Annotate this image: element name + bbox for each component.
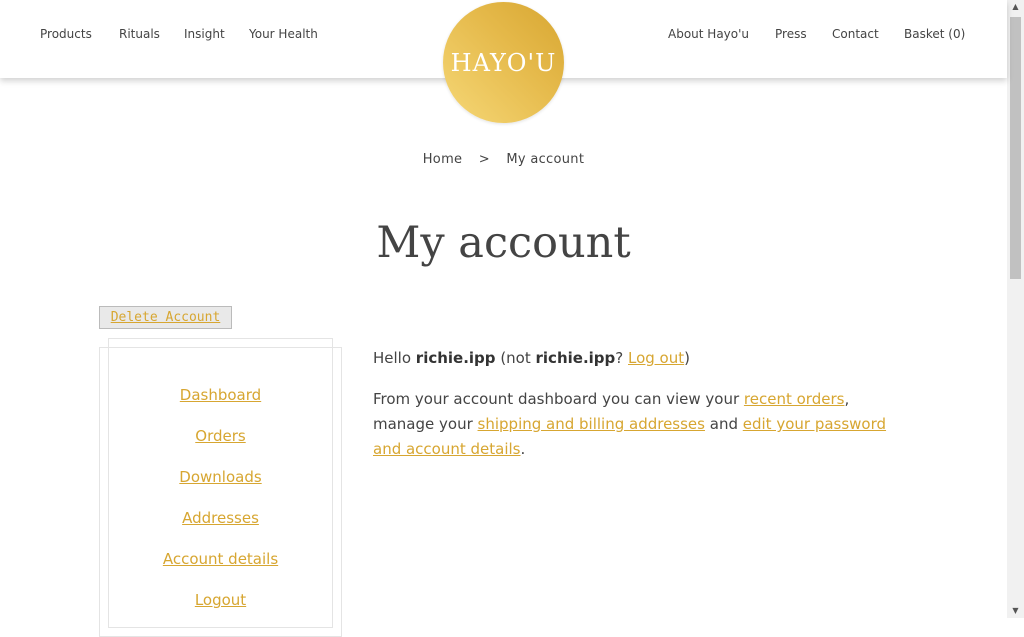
account-content: Hello richie.ipp (not richie.ipp? Log ou… — [373, 346, 913, 478]
nav-products[interactable]: Products — [40, 27, 92, 41]
nav-insight[interactable]: Insight — [184, 27, 225, 41]
sidebar-item-dashboard[interactable]: Dashboard — [99, 386, 342, 427]
intro-text: From your account dashboard you can view… — [373, 390, 744, 408]
sidebar-item-downloads[interactable]: Downloads — [99, 468, 342, 509]
recent-orders-link[interactable]: recent orders — [744, 390, 845, 408]
delete-account-button[interactable]: Delete Account — [99, 306, 232, 329]
page-title: My account — [376, 218, 631, 268]
sidebar-item-account-details[interactable]: Account details — [99, 550, 342, 591]
sidebar-item-addresses[interactable]: Addresses — [99, 509, 342, 550]
breadcrumb: Home > My account — [0, 152, 1007, 167]
account-navigation: Dashboard Orders Downloads Addresses Acc… — [99, 386, 342, 632]
nav-rituals[interactable]: Rituals — [119, 27, 160, 41]
greeting-close: ) — [684, 349, 690, 367]
nav-basket[interactable]: Basket (0) — [904, 27, 965, 41]
sidebar-item-orders[interactable]: Orders — [99, 427, 342, 468]
page-scrollbar[interactable]: ▲ ▼ — [1007, 0, 1024, 618]
nav-your-health[interactable]: Your Health — [249, 27, 318, 41]
nav-contact[interactable]: Contact — [832, 27, 879, 41]
breadcrumb-current: My account — [506, 152, 585, 167]
nav-about[interactable]: About Hayo'u — [668, 27, 749, 41]
sidebar-item-logout[interactable]: Logout — [99, 591, 342, 632]
intro-period: . — [520, 440, 526, 458]
logo-text: HAYO'U — [450, 48, 557, 77]
scroll-down-arrow-icon[interactable]: ▼ — [1007, 604, 1024, 618]
greeting-hello: Hello — [373, 349, 416, 367]
breadcrumb-home[interactable]: Home — [423, 152, 463, 167]
greeting-question: ? — [615, 349, 628, 367]
greeting-not: (not — [495, 349, 536, 367]
intro-and: and — [704, 415, 743, 433]
scroll-thumb[interactable] — [1010, 17, 1021, 279]
addresses-link[interactable]: shipping and billing addresses — [478, 415, 705, 433]
nav-press[interactable]: Press — [775, 27, 807, 41]
greeting: Hello richie.ipp (not richie.ipp? Log ou… — [373, 346, 913, 371]
breadcrumb-separator: > — [478, 152, 490, 167]
scroll-up-arrow-icon[interactable]: ▲ — [1007, 0, 1024, 14]
logout-link[interactable]: Log out — [628, 349, 684, 367]
site-logo[interactable]: HAYO'U — [443, 2, 564, 123]
username: richie.ipp — [415, 349, 496, 367]
dashboard-intro: From your account dashboard you can view… — [373, 387, 913, 462]
username-repeat: richie.ipp — [535, 349, 616, 367]
